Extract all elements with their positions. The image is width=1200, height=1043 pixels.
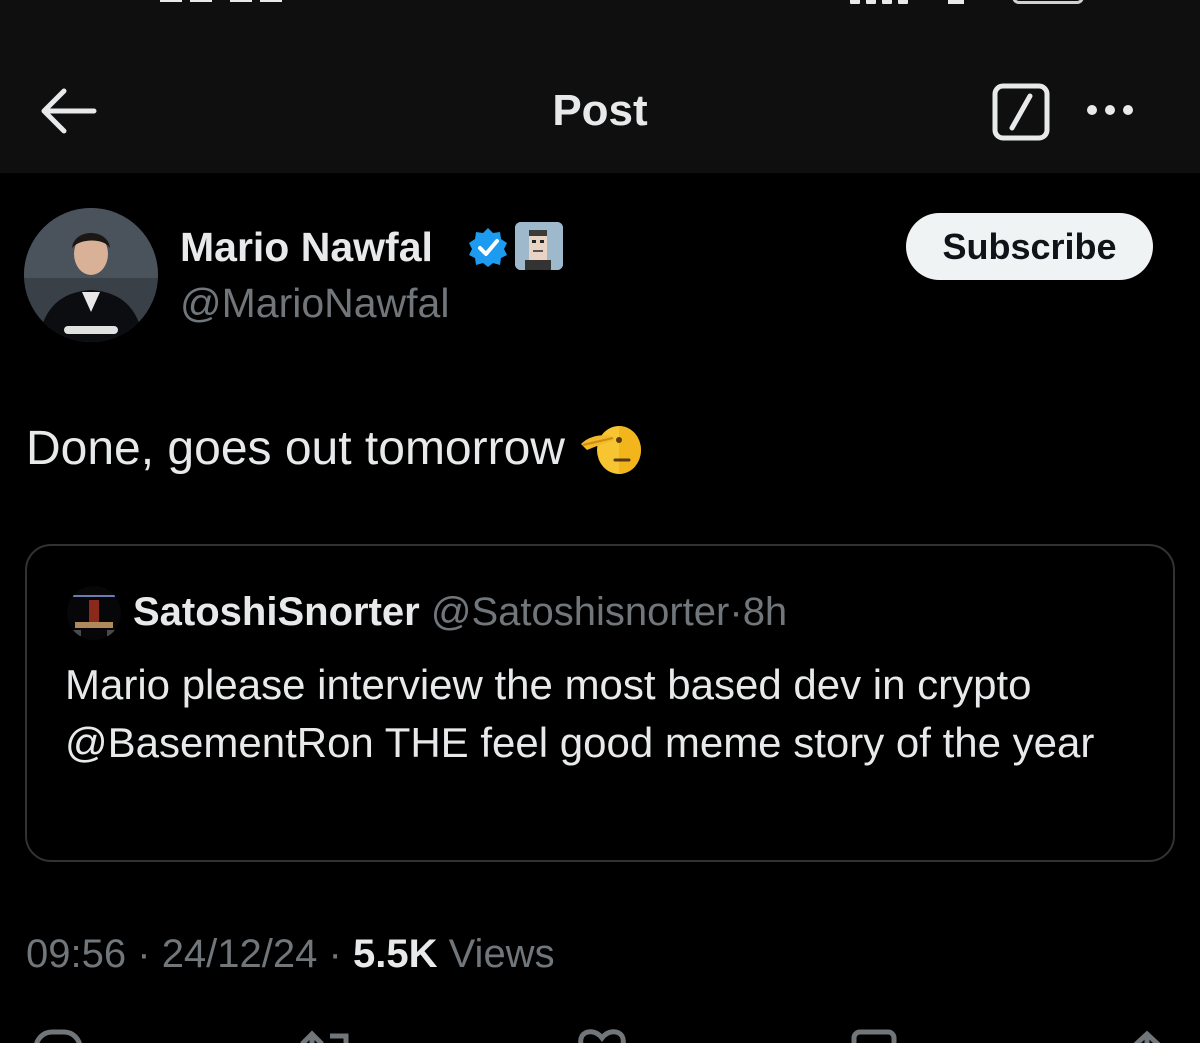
repost-icon: [300, 1030, 349, 1043]
bookmark-icon: [851, 1029, 897, 1043]
status-bar: [0, 0, 1200, 40]
tweet-date: 24/12/24: [161, 932, 318, 976]
quote-avatar[interactable]: [67, 586, 121, 640]
subscribe-button[interactable]: Subscribe: [906, 213, 1153, 280]
page-title: Post: [552, 86, 648, 135]
like-button[interactable]: [572, 1026, 632, 1043]
back-button[interactable]: [38, 85, 98, 137]
bookmark-button[interactable]: [850, 1026, 900, 1043]
quoted-tweet-card[interactable]: SatoshiSnorter @Satoshisnorter·8h Mario …: [25, 544, 1175, 862]
more-options-button[interactable]: [1082, 90, 1142, 130]
wifi-icon: [948, 0, 964, 4]
affiliate-badge-icon: [515, 222, 563, 270]
verified-badge-icon: [469, 228, 507, 267]
tweet-meta: 09:56 · 24/12/24 · 5.5K Views: [26, 932, 555, 977]
top-nav-bar: Post: [0, 40, 1200, 173]
like-icon: [578, 1029, 626, 1043]
quote-separator: ·: [729, 590, 743, 634]
tweet-action-bar: [0, 1020, 1200, 1043]
share-button[interactable]: [1122, 1026, 1172, 1043]
repost-button[interactable]: [296, 1026, 356, 1043]
share-icon: [1133, 1030, 1161, 1043]
quote-timestamp: 8h: [742, 590, 788, 634]
views-count[interactable]: 5.5K: [353, 932, 438, 976]
battery-icon: [1012, 0, 1084, 4]
quote-avatar-image: [67, 586, 121, 640]
tweet-time: 09:56: [26, 932, 127, 976]
tweet-text-container: Done, goes out tomorrow: [26, 418, 643, 478]
reply-icon: [34, 1029, 82, 1043]
grok-edit-button[interactable]: [990, 82, 1052, 142]
avatar-image: [24, 208, 158, 342]
arrow-left-icon: [41, 88, 97, 134]
square-slash-icon: [992, 83, 1050, 141]
saluting-face-emoji: [580, 426, 641, 474]
more-horizontal-icon: [1087, 105, 1133, 115]
meta-separator: ·: [137, 932, 151, 976]
signal-icon: [850, 0, 908, 4]
views-label: Views: [448, 932, 555, 976]
quote-text: Mario please interview the most based de…: [65, 661, 1095, 766]
tweet-text: Done, goes out tomorrow: [26, 421, 565, 475]
author-name[interactable]: Mario Nawfal: [180, 224, 433, 271]
meta-separator: ·: [328, 932, 342, 976]
status-time: [160, 0, 290, 4]
quote-author-name: SatoshiSnorter: [133, 590, 420, 634]
reply-button[interactable]: [30, 1026, 90, 1043]
quote-header: SatoshiSnorter @Satoshisnorter·8h: [133, 590, 787, 635]
quote-author-handle: @Satoshisnorter: [430, 590, 730, 634]
avatar[interactable]: [24, 208, 158, 342]
author-handle[interactable]: @MarioNawfal: [180, 280, 449, 327]
